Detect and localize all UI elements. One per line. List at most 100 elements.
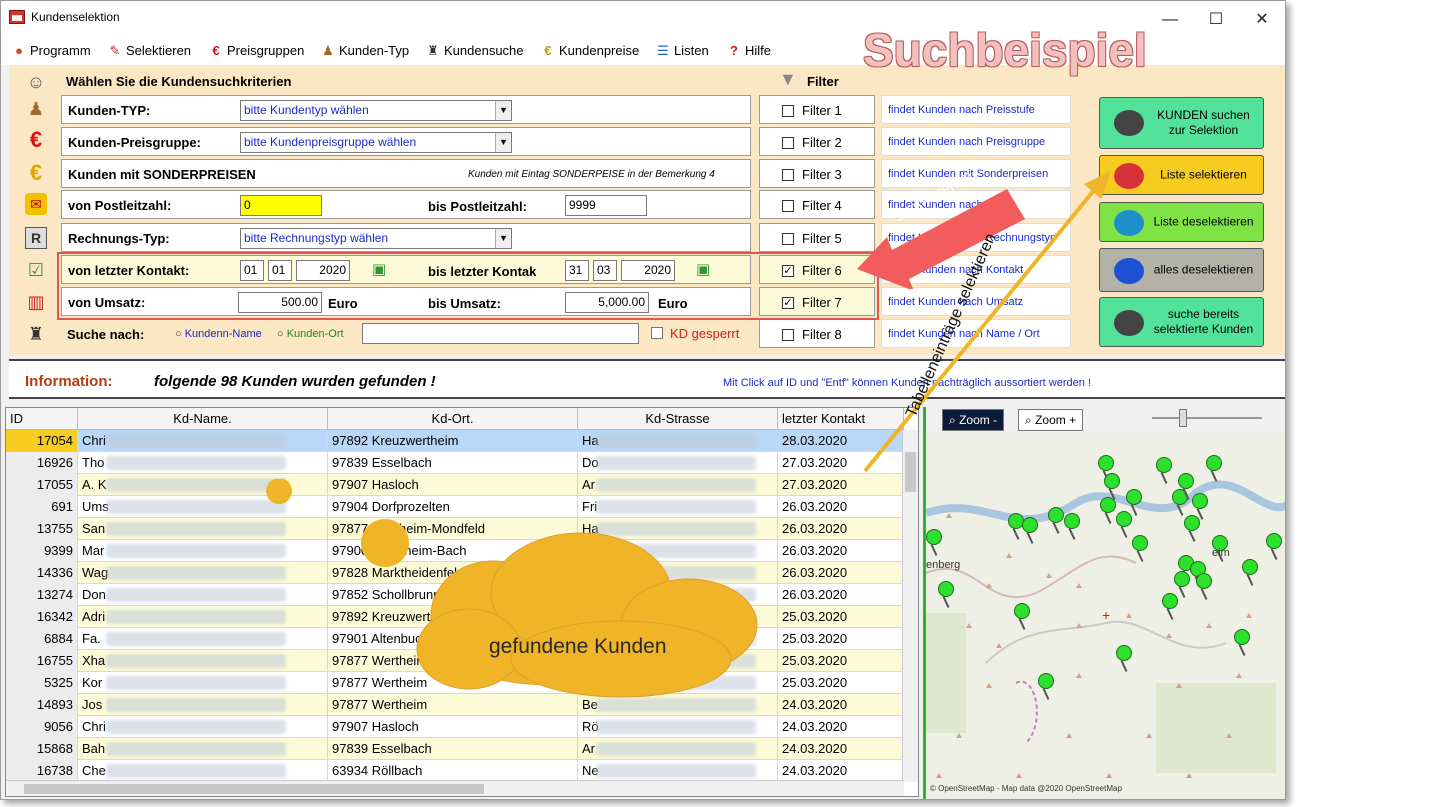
preisgruppe-select[interactable]: bitte Kundenpreisgruppe wählen ▼ [240, 132, 512, 153]
kunden-suchen-button[interactable]: KUNDEN suchen zur Selektion [1099, 97, 1264, 149]
map-pin-icon[interactable] [1266, 533, 1282, 549]
chevron-down-icon[interactable]: ▼ [495, 101, 511, 120]
menu-preisgruppen[interactable]: € Preisgruppen [208, 43, 304, 58]
cell-kontakt: 24.03.2020 [778, 760, 904, 782]
filter-8[interactable]: Filter 8 [759, 319, 875, 348]
filter-checkbox[interactable] [782, 105, 794, 117]
map-pin-icon[interactable] [1156, 457, 1172, 473]
zoom-slider-handle[interactable] [1179, 409, 1187, 427]
liste-deselektieren-button[interactable]: Liste deselektieren [1099, 202, 1264, 242]
table-row[interactable]: 17054 Chri 97892 Kreuzwertheim Ha 28.03.2020 [6, 430, 904, 452]
filter-checkbox[interactable] [782, 329, 794, 341]
map-pin-icon[interactable] [1014, 603, 1030, 619]
chevron-down-icon[interactable]: ▼ [495, 229, 511, 248]
peak-marker [986, 683, 992, 688]
map-pin-icon[interactable] [1116, 511, 1132, 527]
cell-id[interactable]: 5325 [6, 672, 78, 694]
column-header[interactable]: Kd-Ort. [328, 408, 578, 430]
map-pin-icon[interactable] [1242, 559, 1258, 575]
map-pin-icon[interactable] [1206, 455, 1222, 471]
filter-checkbox[interactable] [782, 200, 794, 212]
cell-id[interactable]: 16738 [6, 760, 78, 782]
column-header[interactable]: ID [6, 408, 78, 430]
cell-id[interactable]: 16342 [6, 606, 78, 628]
maximize-button[interactable]: ☐ [1193, 7, 1239, 35]
close-button[interactable]: ✕ [1239, 7, 1285, 35]
table-row[interactable]: 9056 Chri 97907 Hasloch Rö 24.03.2020 [6, 716, 904, 738]
redacted-name [106, 588, 286, 602]
filter-2[interactable]: Filter 2 [759, 127, 875, 156]
menu-hilfe[interactable]: ? Hilfe [726, 43, 771, 58]
cell-id[interactable]: 13274 [6, 584, 78, 606]
filter-checkbox[interactable] [782, 169, 794, 181]
cell-kontakt: 25.03.2020 [778, 650, 904, 672]
map-pin-icon[interactable] [1162, 593, 1178, 609]
plz-from-input[interactable]: 0 [240, 195, 322, 216]
scroll-thumb[interactable] [24, 784, 484, 794]
suche-input[interactable] [362, 323, 639, 344]
map-pin-icon[interactable] [1132, 535, 1148, 551]
gesperrt-checkbox[interactable] [651, 327, 663, 339]
horizontal-scrollbar[interactable] [6, 780, 904, 796]
radio-ort[interactable]: ○ Kunden-Ort [277, 328, 344, 340]
map-pin-icon[interactable] [1100, 497, 1116, 513]
map-pin-icon[interactable] [1048, 507, 1064, 523]
map-pin-icon[interactable] [938, 581, 954, 597]
chart-icon: ▥ [27, 292, 45, 312]
map-pin-icon[interactable] [1126, 489, 1142, 505]
map-pin-icon[interactable] [1234, 629, 1250, 645]
peak-marker [956, 733, 962, 738]
table-row[interactable]: 16738 Che 63934 Röllbach Ne 24.03.2020 [6, 760, 904, 782]
map-pin-icon[interactable] [1038, 673, 1054, 689]
kundentyp-select[interactable]: bitte Kundentyp wählen ▼ [240, 100, 512, 121]
radio-name[interactable]: ○ Kundenn-Name [175, 328, 262, 340]
map-pin-icon[interactable] [1116, 645, 1132, 661]
cell-id[interactable]: 6884 [6, 628, 78, 650]
plz-to-input[interactable]: 9999 [565, 195, 647, 216]
menu-listen[interactable]: ☰ Listen [655, 43, 709, 59]
cell-id[interactable]: 16926 [6, 452, 78, 474]
r-icon: R [25, 227, 47, 249]
map-pin-icon[interactable] [1064, 513, 1080, 529]
map-pin-icon[interactable] [1184, 515, 1200, 531]
liste-selektieren-button[interactable]: Liste selektieren [1099, 155, 1264, 195]
chevron-down-icon[interactable]: ▼ [495, 133, 511, 152]
cell-id[interactable]: 14893 [6, 694, 78, 716]
rechnungstyp-select[interactable]: bitte Rechnungstyp wählen ▼ [240, 228, 512, 249]
menu-kundenpreise[interactable]: € Kundenpreise [540, 43, 639, 58]
filter-description: findet Kunden nach Preisstufe [881, 95, 1071, 124]
zoom-slider-track[interactable] [1152, 417, 1262, 419]
column-header[interactable]: Kd-Strasse [578, 408, 778, 430]
suche-selektierte-button[interactable]: suche bereits selektierte Kunden [1099, 297, 1264, 347]
cell-id[interactable]: 14336 [6, 562, 78, 584]
table-row[interactable]: 16926 Tho 97839 Esselbach Do 27.03.2020 [6, 452, 904, 474]
cell-id[interactable]: 9399 [6, 540, 78, 562]
map-pin-icon[interactable] [1196, 573, 1212, 589]
map-pin-icon[interactable] [1192, 493, 1208, 509]
cell-id[interactable]: 691 [6, 496, 78, 518]
selection-arrow [863, 171, 1111, 473]
cell-id[interactable]: 17055 [6, 474, 78, 496]
map-pin-icon[interactable] [1178, 473, 1194, 489]
minimize-button[interactable]: — [1147, 7, 1193, 35]
cell-id[interactable]: 16755 [6, 650, 78, 672]
cell-id[interactable]: 17054 [6, 430, 78, 452]
menu-programm[interactable]: ● Programm [11, 43, 91, 58]
map-pin-icon[interactable] [1174, 571, 1190, 587]
alles-deselektieren-button[interactable]: alles deselektieren [1099, 248, 1264, 292]
cell-ort: 97839 Esselbach [328, 738, 578, 760]
vertical-scrollbar[interactable] [902, 430, 918, 782]
filter-checkbox[interactable] [782, 137, 794, 149]
menu-kundensuche[interactable]: ♜ Kundensuche [425, 43, 523, 59]
map-pin-icon[interactable] [1022, 517, 1038, 533]
table-row[interactable]: 15868 Bah 97839 Esselbach Ar 24.03.2020 [6, 738, 904, 760]
menu-kunden-typ[interactable]: ♟ Kunden-Typ [320, 43, 409, 59]
filter-checkbox[interactable] [782, 233, 794, 245]
map-pin-icon[interactable] [926, 529, 942, 545]
menu-selektieren[interactable]: ✎ Selektieren [107, 43, 192, 59]
cell-id[interactable]: 13755 [6, 518, 78, 540]
column-header[interactable]: Kd-Name. [78, 408, 328, 430]
cell-id[interactable]: 15868 [6, 738, 78, 760]
filter-1[interactable]: Filter 1 [759, 95, 875, 124]
cell-id[interactable]: 9056 [6, 716, 78, 738]
